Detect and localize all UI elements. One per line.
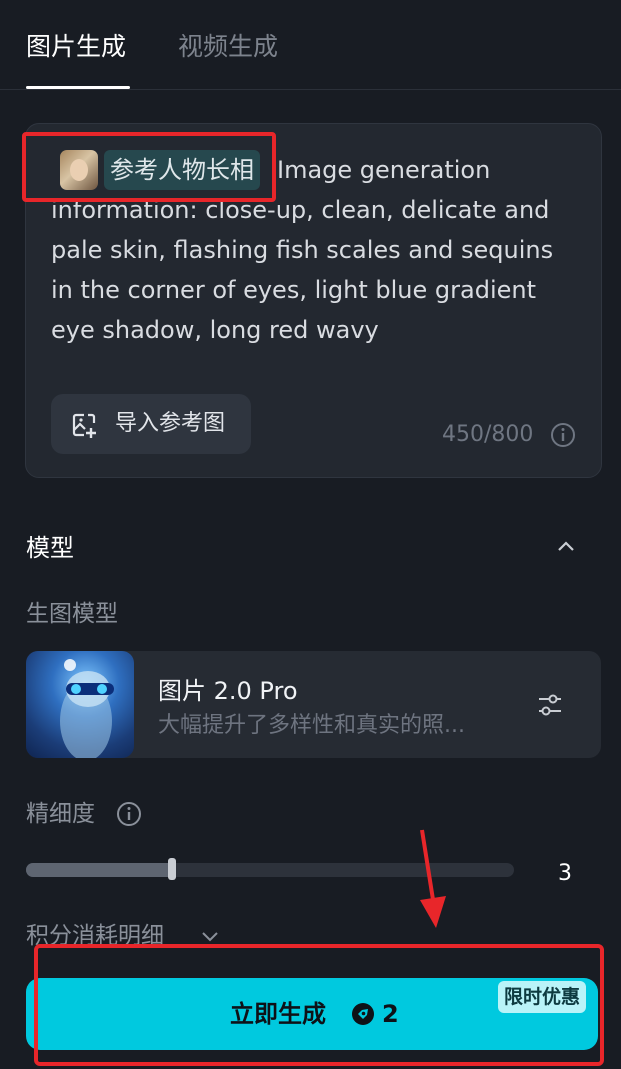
precision-info-icon[interactable] <box>116 801 142 827</box>
precision-value: 3 <box>558 861 572 886</box>
import-reference-button[interactable]: 导入参考图 <box>51 394 251 454</box>
generation-panel: 图片生成 视频生成 Image generation information: … <box>0 0 621 1069</box>
image-model-label: 生图模型 <box>26 601 118 627</box>
model-selector-card[interactable]: 图片 2.0 Pro 大幅提升了多样性和真实的照... <box>26 651 601 758</box>
model-thumbnail <box>26 651 134 758</box>
tab-image-generation[interactable]: 图片生成 <box>26 30 126 64</box>
model-thumbnail-art <box>60 659 114 758</box>
chevron-down-icon[interactable] <box>200 926 220 946</box>
info-icon[interactable] <box>550 422 576 448</box>
annotation-arrow-icon <box>420 829 446 928</box>
annotation-highlight-reference <box>22 132 276 202</box>
precision-label: 精细度 <box>26 801 95 827</box>
model-section-title: 模型 <box>26 534 74 562</box>
tab-bar: 图片生成 视频生成 <box>0 0 621 90</box>
tab-video-generation[interactable]: 视频生成 <box>178 30 278 64</box>
model-name: 图片 2.0 Pro <box>158 677 298 705</box>
settings-sliders-icon[interactable] <box>536 691 564 719</box>
model-description: 大幅提升了多样性和真实的照... <box>158 713 465 738</box>
import-image-icon <box>72 413 96 438</box>
precision-slider-fill <box>26 863 173 877</box>
character-count: 450/800 <box>442 422 534 447</box>
annotation-highlight-generate <box>34 944 604 1066</box>
import-reference-label: 导入参考图 <box>115 411 226 436</box>
chevron-up-icon[interactable] <box>555 536 577 558</box>
active-tab-indicator <box>26 86 130 89</box>
precision-slider-handle[interactable] <box>168 858 176 880</box>
